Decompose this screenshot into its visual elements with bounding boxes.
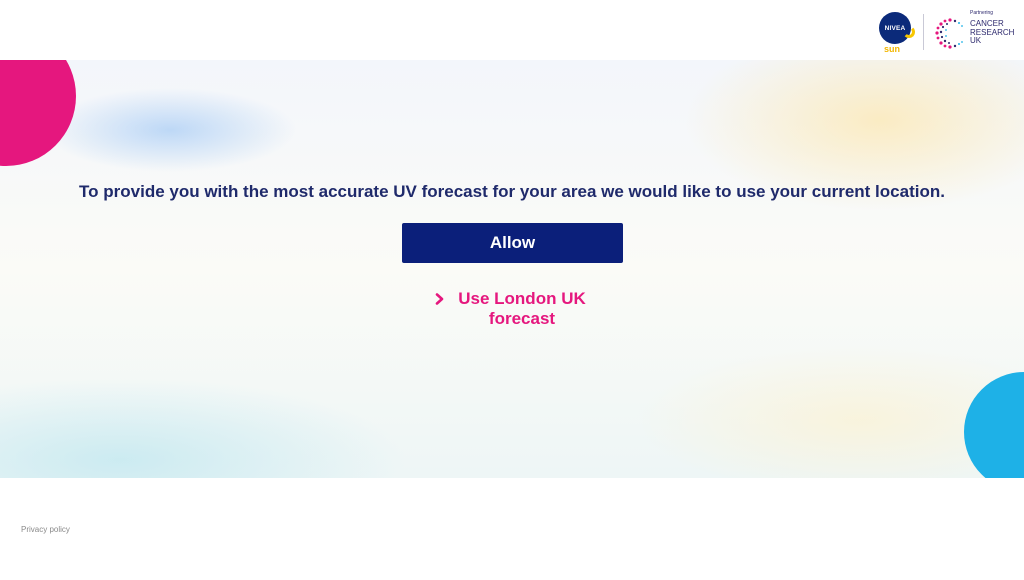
cruk-wordmark: CANCER RESEARCH UK: [970, 19, 1014, 46]
use-london-forecast-link[interactable]: Use London UK forecast: [430, 289, 600, 329]
logo-divider: [923, 14, 924, 50]
logo-group: NIVEA sun Partnering CANCER RESEARCH UK: [879, 10, 1016, 54]
nivea-sun-logo[interactable]: NIVEA sun: [879, 10, 919, 54]
cruk-c-icon: [935, 18, 963, 49]
location-prompt-panel: To provide you with the most accurate UV…: [0, 60, 1024, 478]
nivea-sun-label: sun: [884, 44, 901, 54]
footer: Privacy policy: [0, 478, 1024, 580]
pink-circle-decoration: [0, 60, 76, 166]
privacy-policy-link[interactable]: Privacy policy: [21, 525, 70, 534]
location-permission-message: To provide you with the most accurate UV…: [79, 182, 945, 201]
cancer-research-uk-logo[interactable]: Partnering CANCER RESEARCH UK: [932, 10, 1016, 54]
partnering-label: Partnering: [970, 10, 994, 16]
header: NIVEA sun Partnering CANCER RESEARCH UK: [0, 0, 1024, 60]
cruk-line-3: UK: [970, 36, 982, 45]
blue-circle-decoration: [964, 372, 1024, 478]
allow-location-button[interactable]: Allow: [402, 223, 623, 263]
sun-arc-icon: [903, 26, 915, 38]
use-london-forecast-label: Use London UK forecast: [458, 289, 586, 328]
chevron-right-icon: [435, 293, 444, 305]
